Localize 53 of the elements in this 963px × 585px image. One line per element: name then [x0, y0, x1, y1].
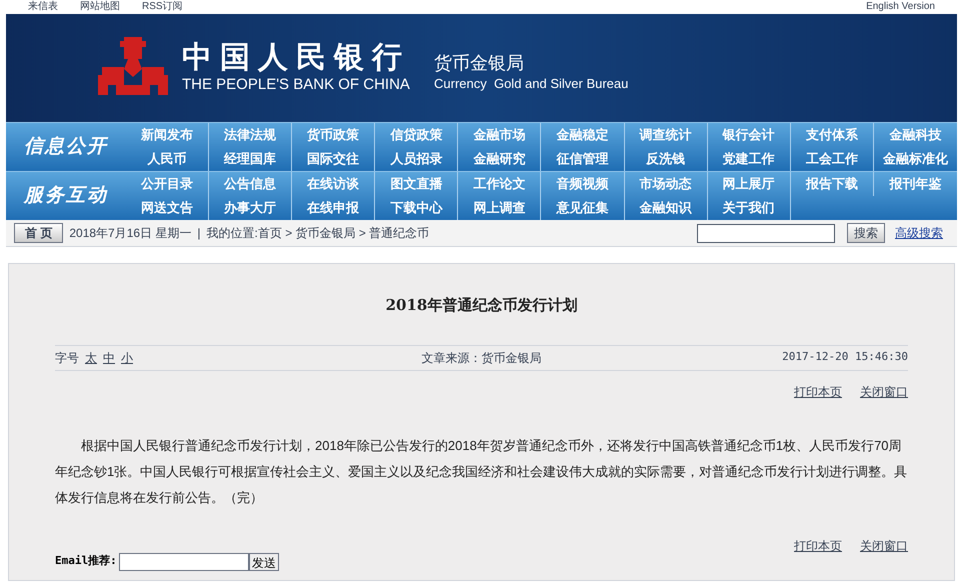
nav-link[interactable]: 报刊年鉴 — [874, 172, 957, 196]
nav-link[interactable]: 支付体系 — [790, 123, 874, 147]
nav-link[interactable]: 在线访谈 — [292, 172, 376, 196]
top-link[interactable]: 网站地图 — [80, 0, 120, 14]
nav-section-title: 信息公开 — [23, 134, 110, 159]
nav-link[interactable]: 公告信息 — [209, 172, 292, 196]
nav-link[interactable]: 图文直播 — [375, 172, 458, 196]
nav-link[interactable]: 调查统计 — [624, 123, 708, 147]
font-size-label: 字号 — [55, 350, 79, 366]
search-field[interactable] — [697, 224, 835, 242]
action-link[interactable]: 关闭窗口 — [860, 382, 908, 400]
nav-link[interactable]: 信贷政策 — [375, 123, 458, 147]
bureau-name-english: Currency Gold and Silver Bureau — [434, 75, 628, 93]
nav-link[interactable]: 新闻发布 — [126, 123, 210, 147]
nav-link[interactable]: 音频视频 — [541, 172, 625, 196]
action-link[interactable]: 打印本页 — [794, 382, 842, 400]
search-button[interactable]: 搜索 — [847, 223, 885, 243]
article-source: 文章来源：货币金银局 — [420, 350, 542, 366]
nav-link[interactable]: 货币政策 — [292, 123, 376, 147]
english-version-link[interactable]: English Version — [866, 0, 935, 14]
nav-link[interactable]: 法律法规 — [209, 123, 292, 147]
nav-link[interactable]: 工作论文 — [458, 172, 542, 196]
nav-link[interactable]: 金融科技 — [874, 123, 957, 147]
font-size-link[interactable]: 小 — [121, 348, 133, 366]
nav-link[interactable]: 报告下载 — [790, 172, 874, 196]
font-size-link[interactable]: 太 — [85, 348, 97, 366]
article-date: 2017-12-20 15:46:30 — [781, 349, 908, 366]
nav-link[interactable]: 公开目录 — [126, 172, 210, 196]
article-body: 根据中国人民银行普通纪念币发行计划，2018年除已公告发行的2018年贺岁普通纪念币外，还将发行中国高铁普通纪念币1枚、人民币发行70周年纪念钞1张。中国人民银行可根据宣传社会主义、爱国主义以及纪念我国经济和社会建设伟大成就的实际需要，对普通纪念币发行计划进行调整。具体发行信息将在发行前公告。（完） — [55, 436, 908, 506]
action-link[interactable]: 关闭窗口 — [860, 536, 908, 554]
email-label: Email推荐: — [55, 553, 117, 570]
nav-link[interactable]: 银行会计 — [708, 123, 791, 147]
home-button[interactable]: 首 页 — [14, 223, 64, 243]
current-date: 2018年7月16日 星期一 — [69, 225, 192, 242]
bank-name-chinese: 中国人民银行 — [182, 41, 410, 75]
nav-link[interactable]: 金融稳定 — [541, 123, 625, 147]
bureau-name-chinese: 货币金银局 — [434, 52, 525, 75]
breadcrumb-path: 我的位置:首页 > 货币金银局 > 普通纪念币 — [206, 225, 430, 242]
email-field[interactable] — [118, 552, 249, 570]
advanced-search-link[interactable]: 高级搜索 — [895, 224, 943, 242]
nav-link[interactable]: 市场动态 — [624, 172, 708, 196]
separator-text: | — [197, 225, 201, 242]
font-size-link[interactable]: 中 — [103, 348, 115, 366]
nav-link[interactable]: 金融市场 — [458, 123, 542, 147]
top-link[interactable]: 来信表 — [28, 0, 58, 14]
action-link[interactable]: 打印本页 — [794, 536, 842, 554]
nav-link[interactable]: 金融标准化 — [874, 147, 957, 171]
article-title: 2018年普通纪念币发行计划 — [384, 295, 578, 316]
send-button[interactable]: 发送 — [248, 552, 279, 570]
nav-link[interactable]: 网上展厅 — [708, 172, 791, 196]
top-link[interactable]: RSS订阅 — [142, 0, 183, 14]
nav-section-title: 服务互动 — [22, 184, 109, 208]
bank-name-english: THE PEOPLE'S BANK OF CHINA — [182, 75, 410, 95]
